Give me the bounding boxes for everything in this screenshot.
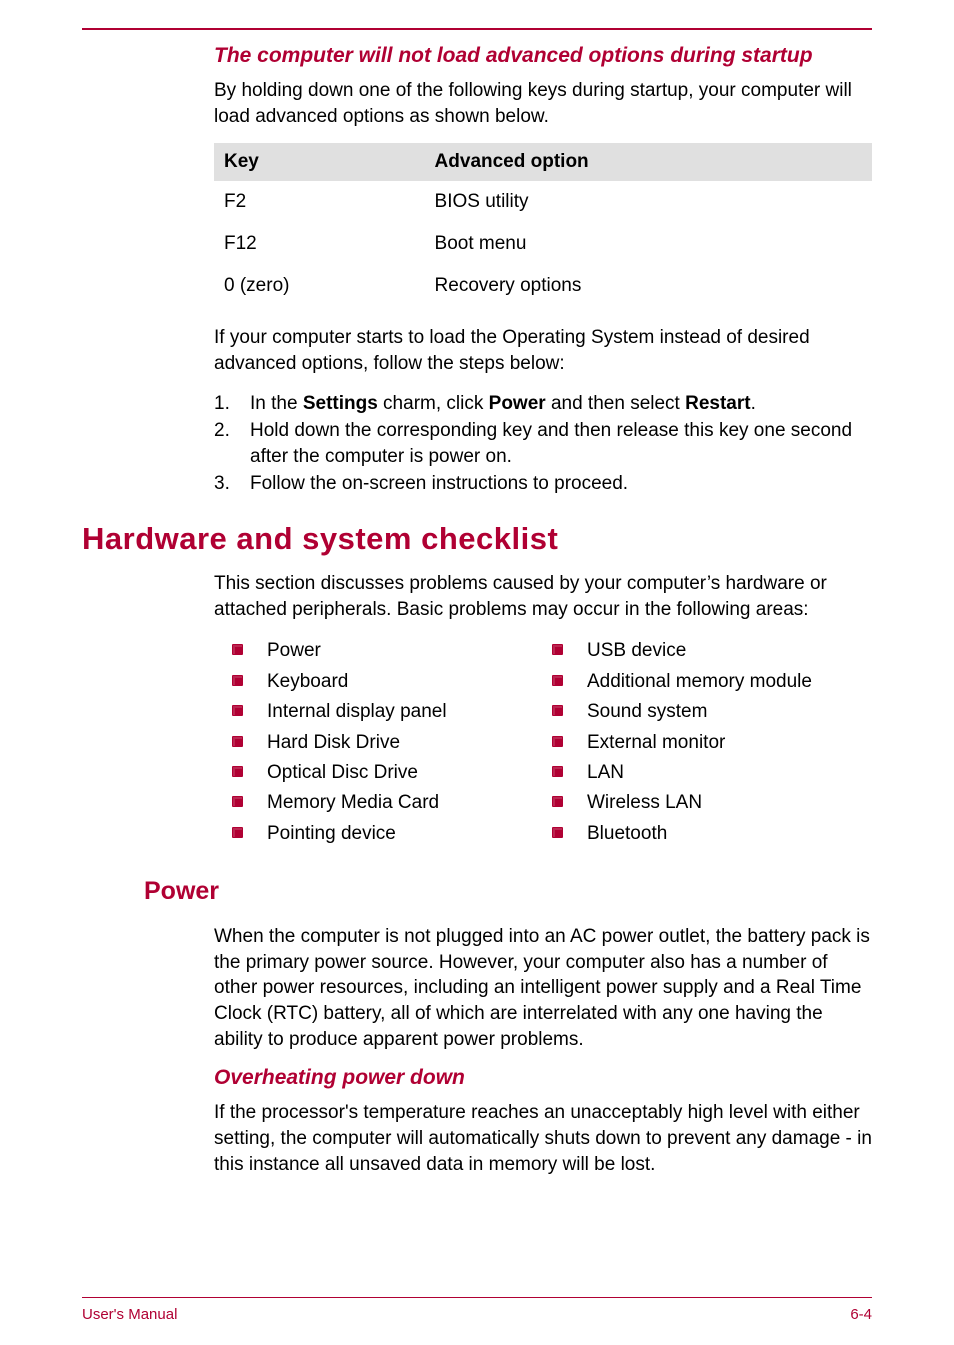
list-item-label: Additional memory module (587, 667, 812, 697)
list-item-label: USB device (587, 636, 686, 666)
list-item: Hard Disk Drive (232, 728, 552, 758)
list-item: LAN (552, 758, 872, 788)
table-row: F2 BIOS utility (214, 181, 872, 223)
list-item-label: Optical Disc Drive (267, 758, 418, 788)
list-item: External monitor (552, 728, 872, 758)
step-item: 1. In the Settings charm, click Power an… (214, 391, 872, 417)
list-item-label: Internal display panel (267, 697, 447, 727)
checklist-intro: This section discusses problems caused b… (214, 571, 872, 622)
square-bullet-icon (552, 827, 563, 838)
step-text: In the Settings charm, click Power and t… (250, 391, 756, 417)
step-item: 2. Hold down the corresponding key and t… (214, 418, 872, 469)
square-bullet-icon (232, 736, 243, 747)
list-item: Power (232, 636, 552, 666)
list-item-label: Power (267, 636, 321, 666)
footer-left: User's Manual (82, 1306, 177, 1323)
list-item-label: LAN (587, 758, 624, 788)
text-fragment: In the (250, 393, 303, 414)
square-bullet-icon (232, 796, 243, 807)
bold-text: Power (489, 393, 546, 414)
step-item: 3. Follow the on-screen instructions to … (214, 471, 872, 497)
list-item-label: Sound system (587, 697, 707, 727)
overheating-paragraph: If the processor's temperature reaches a… (214, 1100, 872, 1177)
step-text: Hold down the corresponding key and then… (250, 418, 872, 469)
step-number: 2. (214, 418, 250, 469)
list-item: Keyboard (232, 667, 552, 697)
advanced-options-table: Key Advanced option F2 BIOS utility F12 … (214, 143, 872, 307)
intro-paragraph: By holding down one of the following key… (214, 78, 872, 129)
power-paragraph: When the computer is not plugged into an… (214, 924, 872, 1052)
heading-startup-options: The computer will not load advanced opti… (214, 44, 872, 68)
square-bullet-icon (552, 736, 563, 747)
table-cell: F2 (214, 181, 425, 223)
list-item-label: Pointing device (267, 819, 396, 849)
after-table-paragraph: If your computer starts to load the Oper… (214, 325, 872, 376)
square-bullet-icon (232, 705, 243, 716)
list-item: Optical Disc Drive (232, 758, 552, 788)
table-row: 0 (zero) Recovery options (214, 265, 872, 307)
square-bullet-icon (552, 796, 563, 807)
table-cell: BIOS utility (425, 181, 872, 223)
bold-text: Settings (303, 393, 378, 414)
square-bullet-icon (232, 827, 243, 838)
heading-power: Power (144, 877, 872, 906)
text-fragment: charm, click (378, 393, 489, 414)
list-item: Bluetooth (552, 819, 872, 849)
page-footer: User's Manual 6-4 (82, 1297, 872, 1323)
steps-list: 1. In the Settings charm, click Power an… (214, 391, 872, 498)
checklist-columns: Power Keyboard Internal display panel Ha… (232, 636, 872, 849)
list-item: Additional memory module (552, 667, 872, 697)
step-number: 1. (214, 391, 250, 417)
table-cell: 0 (zero) (214, 265, 425, 307)
table-row: F12 Boot menu (214, 223, 872, 265)
list-item: Internal display panel (232, 697, 552, 727)
list-item: Wireless LAN (552, 788, 872, 818)
heading-overheating: Overheating power down (214, 1066, 872, 1090)
square-bullet-icon (552, 644, 563, 655)
list-item-label: Hard Disk Drive (267, 728, 400, 758)
right-list: USB device Additional memory module Soun… (552, 636, 872, 849)
list-item-label: Memory Media Card (267, 788, 439, 818)
square-bullet-icon (552, 766, 563, 777)
list-item-label: Bluetooth (587, 819, 667, 849)
table-header-option: Advanced option (425, 143, 872, 181)
square-bullet-icon (232, 766, 243, 777)
table-header-key: Key (214, 143, 425, 181)
list-item: Pointing device (232, 819, 552, 849)
table-cell: Boot menu (425, 223, 872, 265)
list-item-label: Wireless LAN (587, 788, 702, 818)
heading-hardware-checklist: Hardware and system checklist (82, 521, 872, 557)
section-overheating: If the processor's temperature reaches a… (214, 1100, 872, 1177)
text-fragment: . (751, 393, 756, 414)
section-startup-options: By holding down one of the following key… (214, 78, 872, 497)
right-column: USB device Additional memory module Soun… (552, 636, 872, 849)
square-bullet-icon (232, 644, 243, 655)
table-cell: F12 (214, 223, 425, 265)
list-item-label: External monitor (587, 728, 725, 758)
bold-text: Restart (685, 393, 750, 414)
step-number: 3. (214, 471, 250, 497)
list-item-label: Keyboard (267, 667, 348, 697)
list-item: Sound system (552, 697, 872, 727)
text-fragment: and then select (546, 393, 685, 414)
square-bullet-icon (232, 675, 243, 686)
section-power: When the computer is not plugged into an… (214, 924, 872, 1052)
table-header-row: Key Advanced option (214, 143, 872, 181)
section-hardware-checklist: This section discusses problems caused b… (214, 571, 872, 849)
list-item: USB device (552, 636, 872, 666)
table-cell: Recovery options (425, 265, 872, 307)
square-bullet-icon (552, 705, 563, 716)
step-text: Follow the on-screen instructions to pro… (250, 471, 628, 497)
footer-right: 6-4 (850, 1306, 872, 1323)
page-content: The computer will not load advanced opti… (0, 30, 954, 1177)
left-column: Power Keyboard Internal display panel Ha… (232, 636, 552, 849)
list-item: Memory Media Card (232, 788, 552, 818)
left-list: Power Keyboard Internal display panel Ha… (232, 636, 552, 849)
square-bullet-icon (552, 675, 563, 686)
